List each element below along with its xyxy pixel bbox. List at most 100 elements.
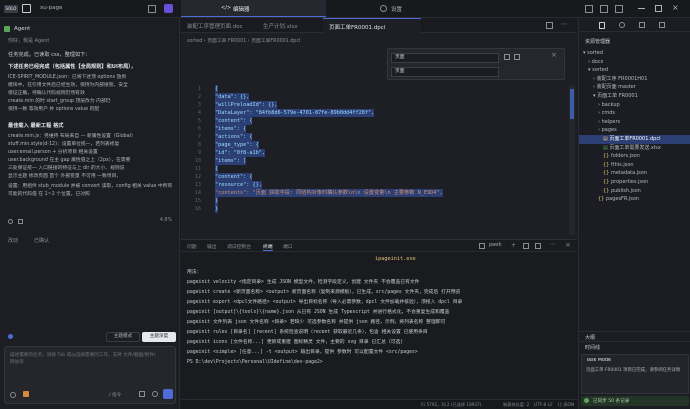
trash-icon[interactable]: [535, 243, 541, 249]
tab-settings[interactable]: 设置: [326, 0, 471, 17]
list-item: create.min 的时 start_group 顶层改为 内部仍: [8, 99, 111, 104]
tree-item-active[interactable]: ▤ 页面工单FR0001.dpcl: [579, 135, 690, 144]
tree-item[interactable]: ▤ 页面工单需要发送.xlsx: [579, 144, 690, 153]
tree-item[interactable]: {} fthis.json: [579, 161, 690, 170]
code-line: "items": [: [215, 157, 247, 165]
editor-area: 装配工序管理页面.doc 生产计划.xlsx 页面工单FR0001.dpcl ⋯…: [181, 18, 577, 239]
tree-item[interactable]: {} metadata.json: [579, 169, 690, 178]
status-language[interactable]: {} JSON: [557, 402, 574, 407]
command-hint: / 指令: [109, 393, 122, 398]
tab-ports[interactable]: 端口: [283, 243, 293, 250]
extensions-icon[interactable]: [659, 22, 665, 28]
scrollbar-thumb[interactable]: [570, 89, 574, 119]
status-cursor[interactable]: 行 5792，列 2 (已选择 18937): [421, 402, 481, 408]
tree-item[interactable]: › cmds: [579, 109, 690, 118]
tree-item[interactable]: ▾ sorted: [579, 66, 690, 75]
sync-notice: 已同步 50 条记录: [581, 396, 689, 406]
tree-item[interactable]: ▾ sorted: [579, 49, 690, 58]
status-eol[interactable]: LF: [548, 402, 553, 407]
minimize-icon[interactable]: [638, 8, 645, 9]
terminal-line: pageinit velocity <指定目录> 生成 JSON 模型文件，检测…: [187, 280, 420, 285]
tab-editor[interactable]: </> 编辑器: [181, 0, 326, 17]
prompt-placeholder: 描述需要的任务，请按 Tab 或@选择需要的工作，支持 文件/截图/附件/网站等: [10, 353, 156, 365]
tab-debug-console[interactable]: 调试控制台: [227, 243, 251, 250]
file-tree: ▾ sorted › docs ▾ sorted › 装配工序 FR0001H0…: [579, 49, 690, 209]
tree-item[interactable]: {} pagesFR.json: [579, 195, 690, 204]
status-encoding[interactable]: UTF-8: [534, 402, 546, 407]
maximize-icon[interactable]: [655, 5, 662, 12]
code-line: "content": {: [215, 173, 253, 181]
more-icon[interactable]: ⋯: [561, 20, 568, 28]
model-icon[interactable]: [23, 391, 29, 397]
code-line: "content": {: [215, 117, 253, 125]
match-case-icon[interactable]: [504, 54, 510, 60]
agent-icon[interactable]: [164, 4, 173, 13]
tree-item[interactable]: ▾ 页面工单 FR0001: [579, 92, 690, 101]
tree-item[interactable]: › backup: [579, 101, 690, 110]
task-card[interactable]: Task Mode 页面工单 FR0001 项目已完成，请参阅任务详情: [581, 354, 689, 394]
mic-icon[interactable]: [152, 391, 158, 397]
tab-problems[interactable]: 问题: [187, 243, 197, 250]
editor-tab[interactable]: 生产计划.xlsx: [257, 18, 323, 33]
more-icon[interactable]: ⋯: [549, 241, 555, 248]
find-input[interactable]: 页面: [391, 53, 499, 63]
editor-tab[interactable]: 装配工序管理页面.doc: [181, 18, 257, 33]
code-view[interactable]: 1 2 3 4 5 6 7 8 9 10 11 12 13 14 15 16 {…: [181, 85, 577, 235]
prompt-box[interactable]: 描述需要的任务，请按 Tab 或@选择需要的工作，支持 文件/截图/附件/网站等…: [4, 346, 176, 404]
split-terminal-icon[interactable]: [523, 243, 529, 249]
terminal-line: pageinit <simple> [任意...] -t <output> 输出…: [187, 350, 418, 355]
tree-item[interactable]: › 装配工序 FR0001H01: [579, 75, 690, 84]
terminal-line: pageinit icons [文件名称...] 更新或重建 图标精灵 文件，主…: [187, 340, 404, 345]
tree-item[interactable]: {} folders.json: [579, 152, 690, 161]
tree-item[interactable]: {} properties.json: [579, 178, 690, 187]
panel-right-icon[interactable]: [615, 5, 623, 13]
shell-label[interactable]: pwsh: [489, 243, 502, 248]
add-icon[interactable]: [10, 392, 16, 398]
code-line: "willPreloadId": {},: [215, 101, 278, 109]
replace-input[interactable]: 页面: [391, 67, 499, 77]
close-find-icon[interactable]: ×: [551, 51, 557, 59]
status-indent[interactable]: 制表符长度: 2: [503, 402, 529, 408]
editor-tab-active[interactable]: 页面工单FR0001.dpcl: [323, 18, 421, 33]
link-confirmed[interactable]: 已确认: [34, 237, 49, 244]
terminal-title: ipageinit.exe: [375, 256, 416, 262]
whole-word-icon[interactable]: [514, 54, 520, 60]
tree-item[interactable]: › 装配页面 master: [579, 83, 690, 92]
tree-item[interactable]: › docs: [579, 58, 690, 67]
close-panel-icon[interactable]: ×: [565, 241, 571, 249]
summary-note: 设置：用组件 stub_module 并被 convert 读取，config …: [8, 184, 173, 197]
terminal-output[interactable]: 用法： pageinit velocity <指定目录> 生成 JSON 模型文…: [187, 268, 571, 394]
code-line: {: [215, 165, 219, 173]
panel-bottom-icon[interactable]: [600, 5, 608, 13]
source-control-icon[interactable]: [639, 22, 645, 28]
list-item: 保证正确，待确认代码规则仍然有效: [8, 91, 85, 96]
layout-icon[interactable]: [22, 4, 31, 13]
image-icon[interactable]: [139, 391, 145, 397]
tree-item[interactable]: {} publish.json: [579, 187, 690, 196]
mode-theme-button[interactable]: 主题模式: [106, 332, 140, 342]
status-bar: 行 5792，列 2 (已选择 18937) 制表符长度: 2 UTF-8 LF…: [181, 399, 578, 409]
tab-output[interactable]: 输出: [207, 243, 217, 250]
project-name[interactable]: xu-page: [40, 5, 62, 11]
files-icon[interactable]: [599, 22, 605, 29]
add-terminal-icon[interactable]: +: [511, 242, 516, 249]
outline-section[interactable]: 大纲: [579, 331, 690, 341]
search-icon[interactable]: [619, 22, 625, 28]
code-line: "DataLayer": "84fb8d6-579e-4701-87fe-89b…: [215, 109, 375, 117]
timeline-section[interactable]: 时间线: [579, 341, 690, 351]
editor-scrollbar[interactable]: [569, 85, 575, 235]
link-changes[interactable]: 改动: [8, 237, 18, 244]
close-icon[interactable]: ×: [672, 3, 679, 12]
copy-icon[interactable]: [18, 219, 23, 224]
tree-item[interactable]: › pages: [579, 126, 690, 135]
mode-depth-button[interactable]: 主题深度: [142, 332, 176, 342]
refresh-icon[interactable]: [8, 219, 13, 224]
sidebar-toggle-icon[interactable]: [148, 5, 156, 13]
tree-item[interactable]: › helpers: [579, 118, 690, 127]
breadcrumb[interactable]: sorted › 页面工单 FR0001 › 页面工单FR0001.dpcl: [187, 37, 487, 44]
split-editor-icon[interactable]: [546, 22, 553, 29]
agent-greeting: 你好，我是 Agent: [8, 38, 50, 44]
send-button[interactable]: [163, 389, 173, 399]
panel-left-icon[interactable]: [585, 5, 593, 13]
tab-terminal[interactable]: 终端: [263, 243, 273, 251]
